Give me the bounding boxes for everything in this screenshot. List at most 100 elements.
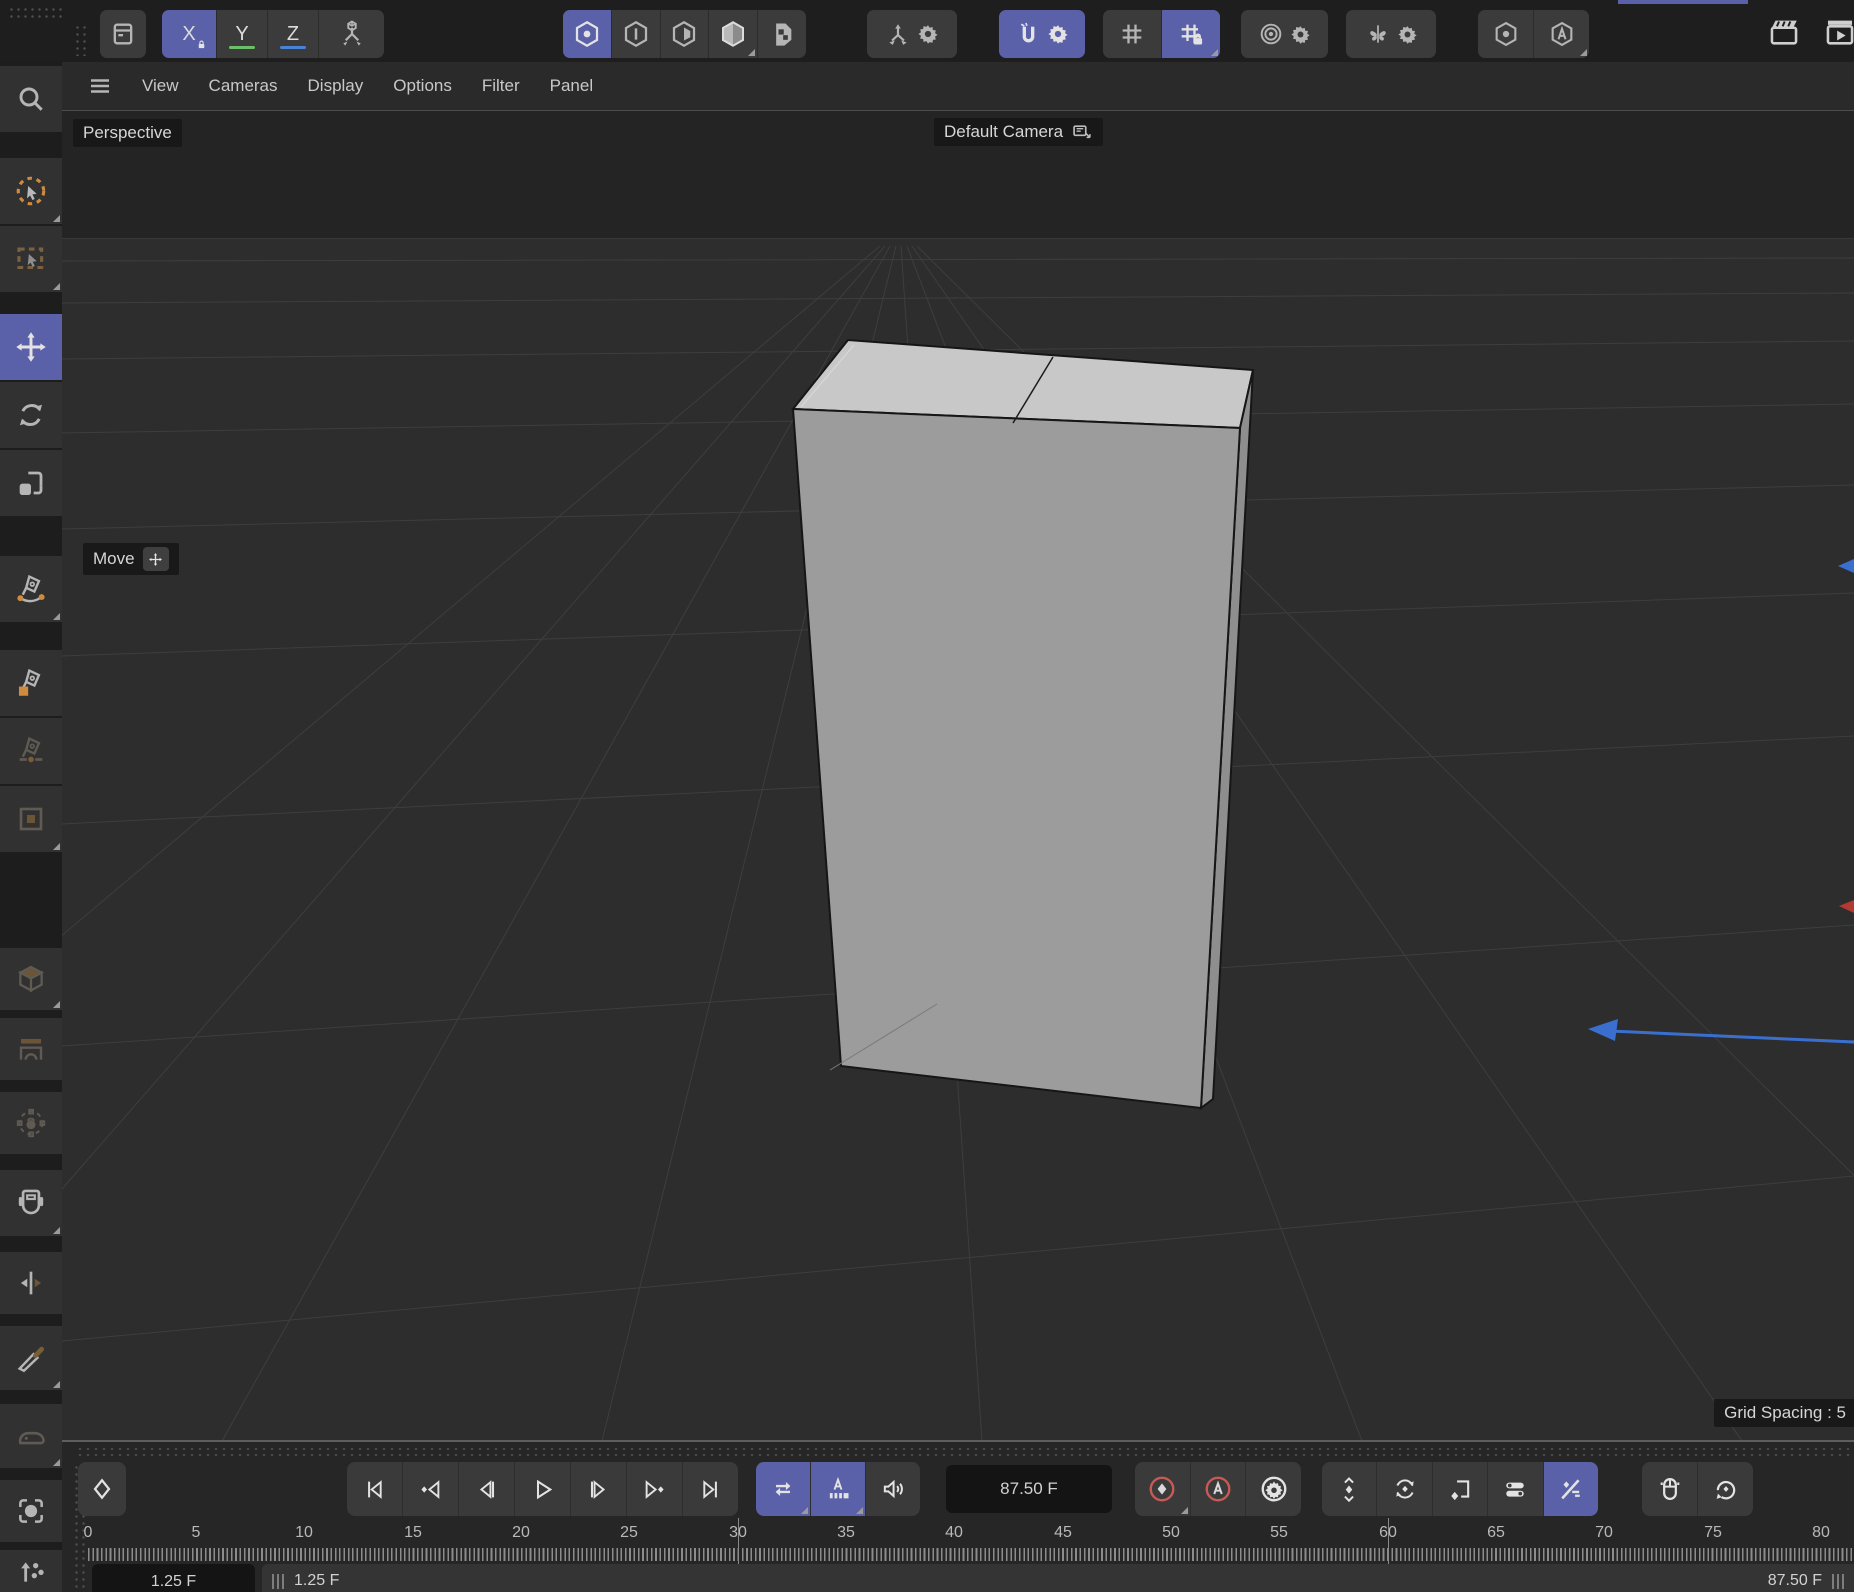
project-box-button[interactable] bbox=[100, 10, 146, 58]
x-axis-lock-button[interactable]: X bbox=[162, 10, 216, 58]
symmetry-button[interactable] bbox=[1346, 10, 1436, 58]
key-rotation-icon bbox=[1391, 1475, 1419, 1503]
range-right-handle[interactable] bbox=[1832, 1574, 1844, 1589]
render-play-icon[interactable] bbox=[1822, 15, 1854, 49]
key-scale-icon bbox=[1446, 1475, 1474, 1503]
point-mode-button[interactable] bbox=[563, 10, 611, 58]
iron-tool[interactable] bbox=[0, 1404, 62, 1468]
toolbar-group-handle[interactable] bbox=[74, 24, 87, 56]
timeline-drag-handle[interactable] bbox=[76, 1446, 1854, 1459]
mirror-tool[interactable] bbox=[0, 1252, 62, 1314]
key-rotation-button[interactable] bbox=[1376, 1462, 1431, 1516]
toolbar-drag-handle[interactable] bbox=[8, 6, 62, 21]
key-scale-button[interactable] bbox=[1432, 1462, 1487, 1516]
key-disabled-button[interactable] bbox=[1543, 1462, 1598, 1516]
current-frame-field[interactable]: 87.50 F bbox=[946, 1465, 1112, 1513]
gear-icon bbox=[917, 23, 939, 45]
tool-hint-label: Move bbox=[83, 543, 179, 575]
keyframe-diamond-icon bbox=[88, 1475, 116, 1503]
move-tool[interactable] bbox=[0, 314, 62, 380]
menu-view[interactable]: View bbox=[142, 76, 179, 96]
model-mode-button[interactable] bbox=[708, 10, 757, 58]
gear-icon bbox=[1397, 24, 1418, 45]
key-parameter-button[interactable] bbox=[1487, 1462, 1542, 1516]
hamburger-menu-icon[interactable] bbox=[88, 74, 112, 98]
hexagon-dot-button[interactable] bbox=[1478, 10, 1533, 58]
go-to-start-button[interactable] bbox=[347, 1462, 402, 1516]
previous-frame-button[interactable] bbox=[458, 1462, 514, 1516]
hexagon-auto-button[interactable] bbox=[1533, 10, 1589, 58]
cube-tool[interactable] bbox=[0, 948, 62, 1010]
viewport-scene[interactable] bbox=[62, 111, 1854, 1440]
y-axis-button[interactable]: Y bbox=[216, 10, 267, 58]
cluster-weights-tool[interactable] bbox=[0, 1092, 62, 1154]
search-tool[interactable] bbox=[0, 66, 62, 132]
sound-button[interactable] bbox=[865, 1462, 920, 1516]
workplane-button[interactable] bbox=[1103, 10, 1161, 58]
rotate-tool[interactable] bbox=[0, 382, 62, 448]
menu-options[interactable]: Options bbox=[393, 76, 452, 96]
autokey-track-button[interactable] bbox=[810, 1462, 865, 1516]
mouse-move-button[interactable] bbox=[1642, 1462, 1697, 1516]
gear-icon bbox=[1047, 23, 1069, 45]
keying-settings-button[interactable] bbox=[1245, 1462, 1301, 1516]
camera-label[interactable]: Default Camera bbox=[934, 118, 1103, 146]
hexagon-half-icon bbox=[669, 19, 699, 49]
range-left-handle[interactable] bbox=[272, 1574, 284, 1589]
previous-key-icon bbox=[417, 1476, 444, 1503]
magnet-arrow-tool[interactable] bbox=[0, 1550, 62, 1592]
ruler-tick: 80 bbox=[1791, 1524, 1851, 1542]
sketch-pen-tool[interactable] bbox=[0, 650, 62, 716]
ruler-tick: 40 bbox=[924, 1524, 984, 1542]
texture-mode-button[interactable] bbox=[757, 10, 806, 58]
mouse-rotate-button[interactable] bbox=[1697, 1462, 1753, 1516]
live-selection-tool[interactable] bbox=[0, 158, 62, 224]
loop-playback-button[interactable] bbox=[756, 1462, 810, 1516]
line-pen-tool[interactable] bbox=[0, 718, 62, 784]
menu-filter[interactable]: Filter bbox=[482, 76, 520, 96]
edge-mode-button[interactable] bbox=[611, 10, 660, 58]
viewport[interactable]: Perspective Default Camera Move Grid Spa… bbox=[62, 110, 1854, 1440]
tool-hint-chip bbox=[143, 547, 169, 571]
knife-tool[interactable] bbox=[0, 1326, 62, 1390]
mouse-nav-group bbox=[1642, 1462, 1753, 1516]
arch-tool[interactable] bbox=[0, 1018, 62, 1080]
menu-panel[interactable]: Panel bbox=[550, 76, 593, 96]
workplane-group bbox=[1103, 10, 1220, 58]
previous-key-button[interactable] bbox=[402, 1462, 458, 1516]
range-start-field[interactable]: 1.25 F bbox=[92, 1564, 255, 1592]
workplane-lock-button[interactable] bbox=[1161, 10, 1220, 58]
next-frame-button[interactable] bbox=[570, 1462, 626, 1516]
scale-tool[interactable] bbox=[0, 450, 62, 516]
view-label[interactable]: Perspective bbox=[73, 119, 182, 147]
hexagon-solid-icon bbox=[718, 19, 748, 49]
falloff-button[interactable] bbox=[1241, 10, 1328, 58]
cube-object[interactable] bbox=[793, 340, 1253, 1108]
menu-display[interactable]: Display bbox=[308, 76, 364, 96]
polygon-mode-button[interactable] bbox=[660, 10, 709, 58]
render-clapper-icon[interactable] bbox=[1766, 15, 1802, 49]
record-keyframe-button[interactable] bbox=[1135, 1462, 1190, 1516]
ruler-tick: 25 bbox=[599, 1524, 659, 1542]
axis-modify-button[interactable] bbox=[318, 10, 385, 58]
ruler-tick: 65 bbox=[1466, 1524, 1526, 1542]
weld-tool[interactable] bbox=[0, 1170, 62, 1236]
next-key-button[interactable] bbox=[626, 1462, 682, 1516]
falloff-group bbox=[1241, 10, 1328, 58]
frame-tool[interactable] bbox=[0, 786, 62, 852]
axis-settings-button[interactable] bbox=[867, 10, 957, 58]
ruler-major-mark-60 bbox=[1388, 1518, 1389, 1564]
rectangle-selection-tool[interactable] bbox=[0, 226, 62, 292]
set-keyframe-button[interactable] bbox=[78, 1462, 126, 1516]
preview-range-slider[interactable]: 1.25 F 87.50 F bbox=[262, 1564, 1854, 1592]
camera-edit-icon[interactable] bbox=[1071, 122, 1093, 142]
menu-cameras[interactable]: Cameras bbox=[209, 76, 278, 96]
record-autokey-button[interactable] bbox=[1190, 1462, 1246, 1516]
focus-center-tool[interactable] bbox=[0, 1480, 62, 1542]
spline-pen-tool[interactable] bbox=[0, 556, 62, 622]
snap-toggle-button[interactable] bbox=[999, 10, 1085, 58]
z-axis-button[interactable]: Z bbox=[267, 10, 318, 58]
play-button[interactable] bbox=[514, 1462, 570, 1516]
go-to-end-button[interactable] bbox=[682, 1462, 738, 1516]
key-position-button[interactable] bbox=[1322, 1462, 1376, 1516]
